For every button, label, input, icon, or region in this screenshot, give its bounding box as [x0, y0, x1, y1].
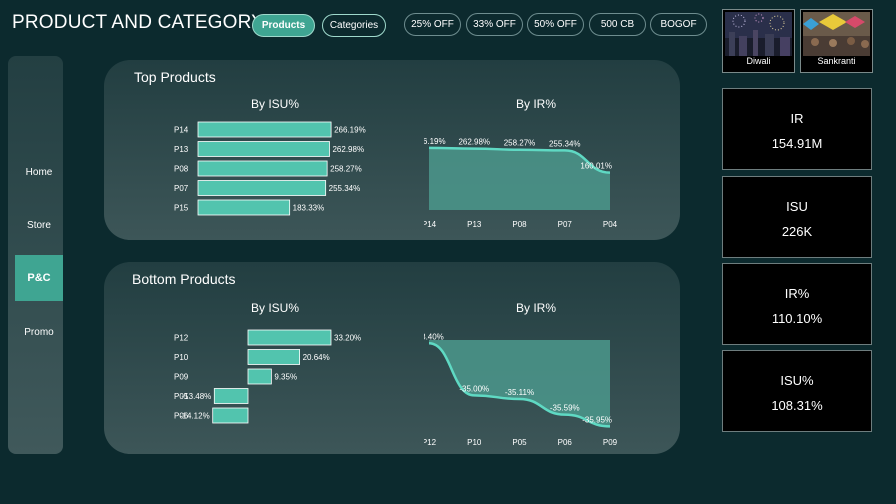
data-label: -35.59% — [550, 404, 580, 413]
tick-label: P06 — [558, 438, 573, 447]
offer-500-cb-button[interactable]: 500 CB — [589, 13, 646, 36]
nav-item-store[interactable]: Store — [8, 220, 70, 231]
products-toggle-button[interactable]: Products — [252, 14, 315, 37]
bar — [212, 407, 249, 424]
data-label: 258.27% — [504, 139, 536, 148]
data-label: 20.64% — [303, 353, 330, 362]
event-label-diwali: Diwali — [746, 56, 771, 66]
tick-label: P10 — [174, 353, 189, 362]
top-products-title: Top Products — [134, 69, 216, 85]
kpi-card-ir: IR 154.91M — [722, 88, 872, 170]
bar — [197, 141, 330, 157]
bar — [197, 121, 332, 138]
data-label: -35.95% — [582, 415, 612, 424]
categories-toggle-button[interactable]: Categories — [322, 14, 386, 37]
top-isu-chart-title: By ISU% — [251, 97, 300, 111]
tick-label: P07 — [558, 220, 573, 229]
data-label: 258.27% — [330, 165, 362, 174]
tick-label: P04 — [603, 220, 618, 229]
data-label: 160.01% — [580, 162, 612, 171]
kpi-value: 154.91M — [771, 136, 823, 151]
tick-label: P12 — [174, 334, 189, 343]
tick-label: P07 — [174, 184, 189, 193]
kpi-label: IR% — [784, 286, 810, 301]
bottom-ir-area-chart: -33.40% P12 -35.00% P10 -35.11% P05 -35.59% P06… — [424, 332, 618, 447]
data-label: -14.12% — [180, 412, 210, 421]
bottom-products-title: Bottom Products — [132, 271, 236, 287]
nav-item-promo[interactable]: Promo — [8, 327, 70, 338]
event-tile-sankranti[interactable]: Sankranti — [800, 9, 873, 73]
offer-50-off-button[interactable]: 50% OFF — [527, 13, 584, 36]
bar — [247, 329, 332, 346]
page-title: PRODUCT AND CATEGORY — [12, 12, 265, 33]
kpi-value: 108.31% — [771, 398, 823, 413]
kpi-value: 226K — [781, 224, 813, 239]
tick-label: P13 — [467, 220, 482, 229]
data-label: 9.35% — [274, 373, 297, 382]
tick-label: P09 — [174, 373, 189, 382]
kpi-card-isu: ISU 226K — [722, 176, 872, 258]
top-ir-chart-title: By IR% — [516, 97, 557, 111]
data-label: 266.19% — [424, 137, 446, 146]
series-area — [429, 340, 610, 427]
kpi-card-isu-pct: ISU% 108.31% — [722, 350, 872, 432]
diwali-image — [725, 12, 792, 56]
data-label: 266.19% — [334, 126, 366, 135]
tick-label: P14 — [174, 126, 189, 135]
kpi-value: 110.10% — [771, 311, 823, 326]
offer-33-off-button[interactable]: 33% OFF — [466, 13, 523, 36]
tick-label: P13 — [174, 145, 189, 154]
event-tile-diwali[interactable]: Diwali — [722, 9, 795, 73]
tick-label: P05 — [512, 438, 527, 447]
data-label: -33.40% — [424, 332, 444, 341]
bar — [197, 199, 291, 216]
bar — [213, 388, 249, 404]
data-label: 262.98% — [458, 138, 490, 147]
data-label: 255.34% — [549, 139, 581, 148]
tick-label: P14 — [424, 220, 437, 229]
top-products-panel: Top Products By ISU% By IR% P14 266.19% P1… — [104, 60, 680, 240]
data-label: 33.20% — [334, 334, 361, 343]
data-label: 262.98% — [332, 145, 364, 154]
data-label: -35.00% — [459, 384, 489, 393]
kpi-card-ir-pct: IR% 110.10% — [722, 263, 872, 345]
tick-label: P12 — [424, 438, 437, 447]
bar — [197, 180, 327, 196]
top-ir-area-chart: 266.19% P14 262.98% P13 258.27% P08 255.34% P07… — [424, 137, 618, 229]
data-label: -35.11% — [505, 388, 534, 397]
offer-bogof-button[interactable]: BOGOF — [650, 13, 707, 36]
tick-label: P08 — [174, 165, 189, 174]
tick-label: P10 — [467, 438, 482, 447]
data-label: -13.48% — [182, 392, 212, 401]
tick-label: P08 — [512, 220, 527, 229]
tick-label: P15 — [174, 204, 189, 213]
top-isu-bar-chart: P14 266.19% P13 262.98% P08 258.27% P07 255.34%… — [174, 121, 366, 216]
bottom-ir-chart-title: By IR% — [516, 301, 557, 315]
tick-label: P09 — [603, 438, 618, 447]
kpi-label: ISU% — [780, 373, 814, 388]
event-label-sankranti: Sankranti — [817, 56, 856, 66]
sankranti-image — [803, 12, 870, 56]
bottom-products-panel: Bottom Products By ISU% By IR% P12 33.20%… — [104, 262, 680, 454]
bottom-isu-chart-title: By ISU% — [251, 301, 300, 315]
nav-item-home[interactable]: Home — [8, 167, 70, 178]
bar — [197, 160, 328, 177]
kpi-label: ISU — [786, 199, 808, 214]
bottom-isu-bar-chart: P12 33.20%P10 20.64%P09 9.35%P05-13.48%P06-… — [174, 329, 361, 424]
data-label: 255.34% — [329, 184, 361, 193]
bar — [247, 349, 300, 365]
nav-item-pc[interactable]: P&C — [15, 255, 63, 301]
data-label: 183.33% — [293, 204, 325, 213]
bar — [247, 368, 272, 385]
kpi-label: IR — [790, 111, 804, 126]
offer-25-off-button[interactable]: 25% OFF — [404, 13, 461, 36]
